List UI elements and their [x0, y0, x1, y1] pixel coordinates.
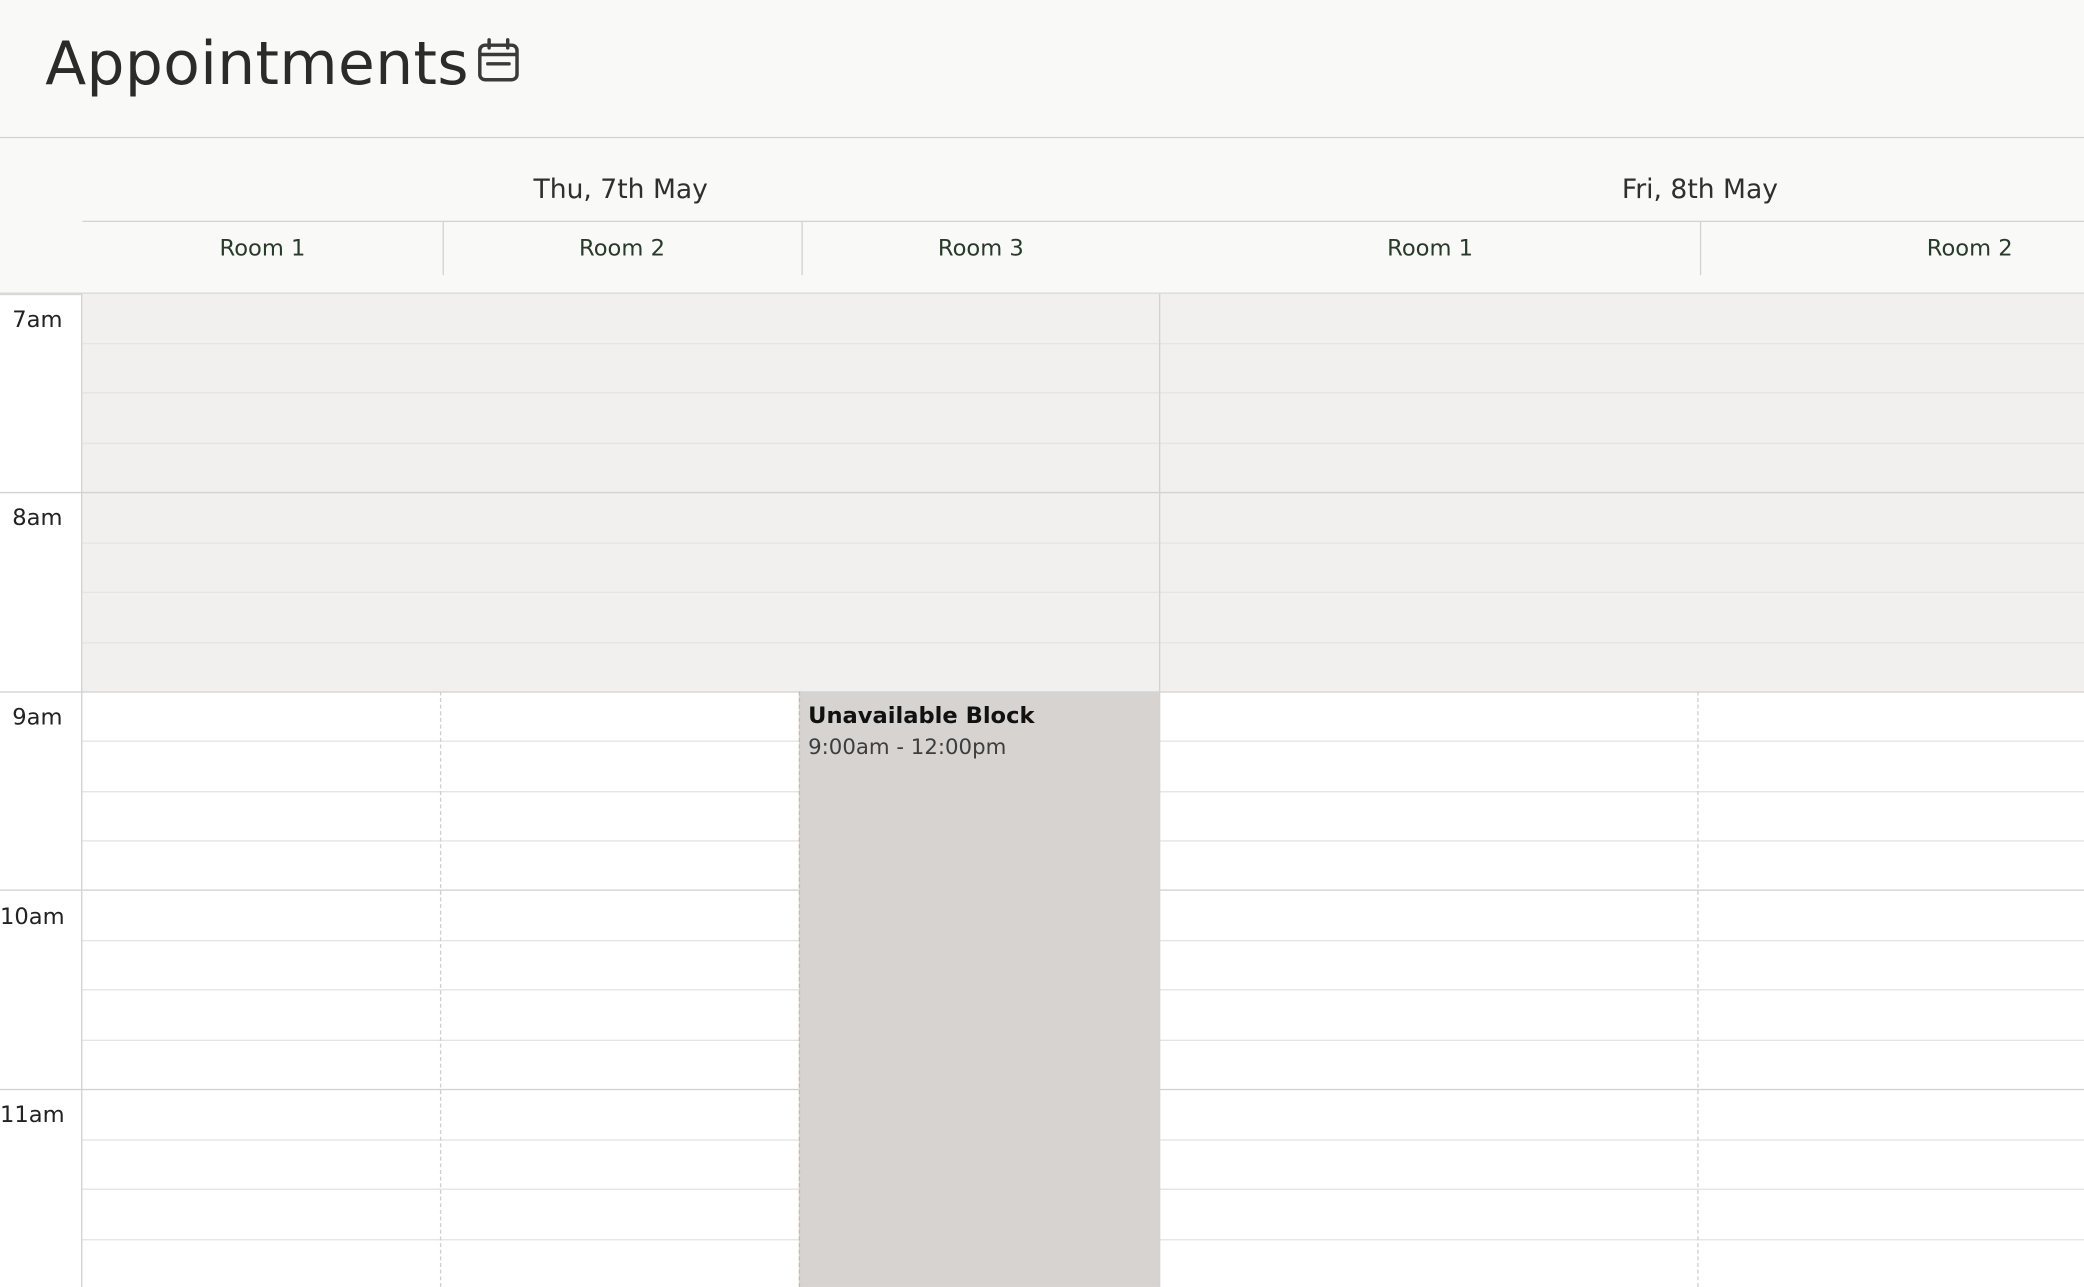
event-time: 9:00am - 12:00pm: [808, 733, 1007, 760]
quarter-line: [82, 591, 2084, 593]
room-header-thu-room-1[interactable]: Room 1: [82, 222, 442, 275]
room-header-fri-room-1[interactable]: Room 1: [1160, 222, 1700, 275]
slot-column-fri-room-1[interactable]: [1160, 691, 1697, 1287]
quarter-line: [82, 343, 2084, 345]
quarter-line: [82, 392, 2084, 394]
quarter-line: [82, 442, 2084, 445]
hour-line: [0, 491, 2084, 494]
day-title-thu: Thu, 7th May: [533, 172, 708, 205]
unavailable-block-event[interactable]: Unavailable Block 9:00am - 12:00pm: [798, 691, 1159, 1287]
room-header-thu-room-3[interactable]: Room 3: [801, 222, 1160, 275]
time-label-7am: 7am: [12, 307, 63, 334]
time-grid: 7am 8am 9am 10am 11am Unavailable Block …: [0, 293, 2084, 1287]
app-header: Appointments: [0, 0, 2084, 139]
slot-column-thu-room-2[interactable]: [441, 691, 799, 1287]
quarter-line: [82, 542, 2084, 544]
room-header-thu-room-2[interactable]: Room 2: [443, 222, 802, 275]
quarter-line: [82, 642, 2084, 644]
calendar-icon: [478, 38, 519, 82]
event-title: Unavailable Block: [808, 703, 1035, 730]
column-header: Thu, 7th May Fri, 8th May Room 1 Room 2 …: [0, 138, 2084, 296]
calendar-picker-button[interactable]: [473, 36, 524, 87]
time-label-8am: 8am: [12, 505, 63, 532]
slot-column-thu-room-1[interactable]: [82, 691, 440, 1287]
time-label-11am: 11am: [0, 1102, 65, 1129]
calendar-app: Appointments Thu, 7th May Fri, 8th May R…: [0, 0, 2084, 1287]
time-label-10am: 10am: [0, 904, 65, 931]
day-title-fri: Fri, 8th May: [1621, 172, 1779, 205]
page-title: Appointments: [45, 27, 469, 99]
slot-column-fri-room-2[interactable]: [1699, 691, 2084, 1287]
time-label-9am: 9am: [12, 704, 63, 732]
room-header-fri-room-2[interactable]: Room 2: [1700, 222, 2084, 275]
